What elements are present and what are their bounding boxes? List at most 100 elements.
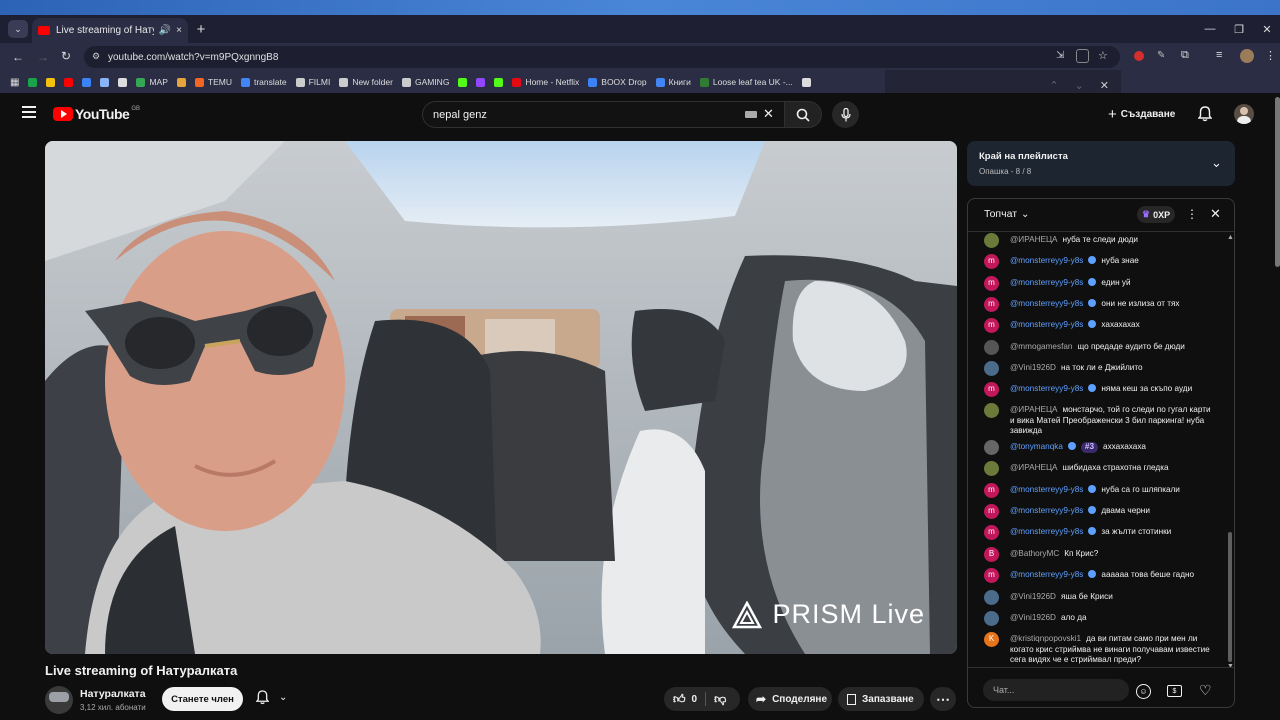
bookmark-item[interactable] (494, 77, 504, 87)
bookmark-item[interactable] (100, 77, 110, 87)
bookmark-item[interactable] (801, 77, 811, 87)
forward-arrow-icon[interactable]: → (37, 50, 49, 64)
hamburger-menu-icon[interactable] (22, 106, 36, 118)
tab-groups-icon[interactable]: ≡ (1216, 49, 1222, 61)
chat-scrollbar[interactable] (1228, 532, 1232, 662)
chat-message[interactable]: m @monsterreyy9-y8s един уй (984, 276, 1214, 291)
channel-avatar[interactable] (45, 686, 73, 714)
close-window-button[interactable]: ✕ (1250, 15, 1280, 43)
bookmark-item[interactable] (64, 77, 74, 87)
chat-author-avatar[interactable] (984, 440, 999, 455)
chat-author-name[interactable]: @tonymanqka (1010, 442, 1063, 451)
bookmark-star-icon[interactable]: ☆ (1098, 49, 1108, 62)
chat-author-avatar[interactable] (984, 590, 999, 605)
chat-author-name[interactable]: @monsterreyy9-y8s (1010, 527, 1083, 536)
bookmark-item[interactable]: MAP (136, 77, 168, 87)
chat-author-name[interactable]: @monsterreyy9-y8s (1010, 256, 1083, 265)
back-arrow-icon[interactable]: ← (12, 50, 24, 64)
chat-author-name[interactable]: @kristiqnpopovski1 (1010, 634, 1081, 643)
chat-author-name[interactable]: @monsterreyy9-y8s (1010, 320, 1083, 329)
bookmark-item[interactable]: New folder (339, 77, 393, 87)
bookmark-item[interactable]: BOOX Drop (588, 77, 647, 87)
emoji-icon[interactable]: ☺ (1136, 684, 1151, 699)
chat-author-name[interactable]: @Vini1926D (1010, 363, 1056, 372)
bookmark-item[interactable] (176, 77, 186, 87)
chat-author-avatar[interactable]: m (984, 297, 999, 312)
chat-author-name[interactable]: @monsterreyy9-y8s (1010, 485, 1083, 494)
search-input[interactable]: nepal genz ✕ (422, 101, 786, 128)
browser-tab[interactable]: Live streaming of Натуралката 🔊 × (32, 18, 188, 43)
bookmark-item[interactable]: TEMU (194, 77, 232, 87)
chat-author-name[interactable]: @monsterreyy9-y8s (1010, 384, 1083, 393)
chat-author-avatar[interactable]: B (984, 547, 999, 562)
bookmark-item[interactable] (118, 77, 128, 87)
clear-search-icon[interactable]: ✕ (763, 106, 774, 122)
like-button[interactable]: 👍︎ 0 (673, 692, 697, 707)
chat-message[interactable]: @Vini1926D на ток ли е Джийлито (984, 361, 1214, 376)
chat-options-icon[interactable]: ⋮ (1186, 207, 1198, 221)
more-actions-button[interactable]: ⋯ (930, 687, 956, 711)
chat-author-avatar[interactable]: m (984, 483, 999, 498)
chat-author-name[interactable]: @monsterreyy9-y8s (1010, 570, 1083, 579)
chat-author-avatar[interactable]: m (984, 568, 999, 583)
find-close-icon[interactable]: ✕ (1100, 79, 1109, 92)
chat-message[interactable]: B @BathoryMC Кп Крис? (984, 547, 1214, 562)
chat-message[interactable]: K @kristiqnpopovski1 да ви питам само при … (984, 632, 1214, 666)
bookmark-item[interactable]: translate (240, 77, 287, 87)
chat-author-avatar[interactable] (984, 233, 999, 248)
speaker-icon[interactable]: 🔊 (159, 25, 171, 36)
find-next-icon[interactable]: ⌄ (1075, 79, 1084, 92)
chat-message[interactable]: @ИРАНЕЦА монстарчо, той го следи по гугал… (984, 403, 1214, 437)
chat-author-avatar[interactable] (984, 340, 999, 355)
chat-message[interactable]: m @monsterreyy9-y8s нуба са го шляпкали (984, 483, 1214, 498)
chat-message[interactable]: @ИРАНЕЦА нуба те следи дюди (984, 233, 1214, 248)
browser-menu-icon[interactable]: ⋮ (1265, 49, 1276, 62)
bookmark-item[interactable]: Loose leaf tea UK -... (699, 77, 793, 87)
notification-settings-button[interactable]: ⌄ (256, 690, 287, 705)
address-bar[interactable]: ⚙ youtube.com/watch?v=m9PQxgnngB8 ⇲ ☆ (84, 46, 1120, 68)
profile-avatar[interactable] (1240, 49, 1254, 63)
chat-message[interactable]: m @monsterreyy9-y8s няма кеш за скъпо ауди (984, 382, 1214, 397)
chat-author-avatar[interactable]: m (984, 525, 999, 540)
reading-mode-icon[interactable] (1076, 49, 1089, 63)
scroll-up-icon[interactable]: ▲ (1227, 234, 1234, 241)
chat-author-name[interactable]: @ИРАНЕЦА (1010, 235, 1057, 244)
bookmark-item[interactable] (458, 77, 468, 87)
super-chat-icon[interactable]: $ (1167, 685, 1182, 697)
extensions-puzzle-icon[interactable]: ⧉ (1181, 49, 1189, 62)
chat-message[interactable]: @mmogamesfan що предаде аудито бе дюди (984, 340, 1214, 355)
chevron-down-icon[interactable]: ⌄ (1211, 155, 1222, 171)
youtube-logo[interactable]: YouTube GB (53, 106, 140, 122)
create-button[interactable]: + Създаване (1108, 106, 1175, 123)
install-app-icon[interactable]: ⇲ (1056, 50, 1064, 61)
chat-author-avatar[interactable]: m (984, 276, 999, 291)
site-info-icon[interactable]: ⚙ (92, 51, 100, 62)
chat-message[interactable]: m @monsterreyy9-y8s они не излиза от тях (984, 297, 1214, 312)
bookmark-item[interactable] (476, 77, 486, 87)
chat-author-avatar[interactable]: m (984, 504, 999, 519)
chat-author-name[interactable]: @BathoryMC (1010, 549, 1059, 558)
chat-mode-dropdown[interactable]: Топчат ⌄ (984, 208, 1029, 220)
search-button[interactable] (784, 101, 822, 128)
bookmark-item[interactable]: Книги (655, 77, 691, 87)
chat-message[interactable]: @tonymanqka #3 аххахахаха (984, 440, 1214, 455)
chat-author-name[interactable]: @ИРАНЕЦА (1010, 405, 1057, 414)
new-tab-button[interactable]: + (193, 18, 209, 40)
bookmark-item[interactable] (28, 77, 38, 87)
save-button[interactable]: Запазване (838, 687, 924, 711)
chat-message[interactable]: m @monsterreyy9-y8s аааааа това беше гадно (984, 568, 1214, 583)
chat-close-icon[interactable]: ✕ (1210, 206, 1221, 222)
account-avatar[interactable] (1234, 104, 1254, 124)
chat-message[interactable]: m @monsterreyy9-y8s нуба знае (984, 254, 1214, 269)
extension-icon[interactable] (1134, 51, 1144, 61)
heart-icon[interactable]: ♡ (1199, 682, 1212, 699)
chat-message[interactable]: m @monsterreyy9-y8s двама черни (984, 504, 1214, 519)
chat-author-avatar[interactable]: K (984, 632, 999, 647)
chat-author-avatar[interactable] (984, 611, 999, 626)
chat-input[interactable]: Чат... (983, 679, 1129, 701)
video-player[interactable]: PRISM Live (45, 141, 957, 654)
share-button[interactable]: ➦ Споделяне (748, 687, 832, 711)
bookmark-item[interactable]: GAMING (401, 77, 449, 87)
chat-author-name[interactable]: @Vini1926D (1010, 613, 1056, 622)
notifications-bell-icon[interactable] (1198, 106, 1212, 122)
